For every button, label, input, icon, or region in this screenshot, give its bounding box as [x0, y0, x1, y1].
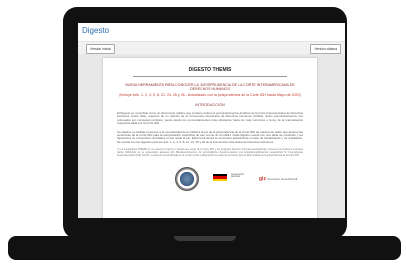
paragraph: Su objetivo es facilitar el acceso a la …	[117, 129, 303, 144]
court-seal-logo	[175, 166, 199, 191]
document-update-note: (Incluye Arts. 1, 2, 4, 5, 8, 21, 24, 25…	[119, 92, 301, 97]
initial-version-button[interactable]: Versión inicial	[86, 44, 115, 54]
footnote-paragraph: (*) La metodología THEMIS es un esfuerzo…	[117, 148, 303, 157]
title-divider	[133, 76, 287, 77]
laptop-notch	[174, 236, 236, 241]
screen: Digesto Versión inicial Versión clásica …	[78, 23, 345, 218]
german-flag-icon	[213, 173, 227, 181]
app-header: Digesto	[78, 23, 345, 41]
laptop-base	[8, 236, 401, 260]
flag-stripe-gold	[213, 178, 227, 181]
giz-logo: giz Deutsche Gesellschaft	[259, 176, 297, 182]
document-viewer[interactable]: DIGESTO THEMIS NUEVA HERRAMIENTA PARA CO…	[78, 54, 345, 218]
document-subtitle: NUEVA HERRAMIENTA PARA CONOCER LA JURISP…	[125, 83, 295, 92]
paragraph: El Digesto es concebido como un document…	[117, 110, 303, 126]
giz-subtitle: Deutsche Gesellschaft	[267, 176, 298, 181]
giz-label: giz	[259, 175, 266, 182]
logo-row: Cooperación Alemana giz Deutsche Gesells…	[103, 166, 317, 195]
document-page: DIGESTO THEMIS NUEVA HERRAMIENTA PARA CO…	[103, 58, 317, 218]
introduction-heading: INTRODUCCIÓN	[195, 102, 225, 107]
cooperation-label: Cooperación Alemana	[231, 173, 245, 179]
app-title[interactable]: Digesto	[82, 25, 341, 37]
classic-version-button[interactable]: Versión clásica	[310, 44, 341, 54]
document-title: DIGESTO THEMIS	[188, 67, 232, 73]
